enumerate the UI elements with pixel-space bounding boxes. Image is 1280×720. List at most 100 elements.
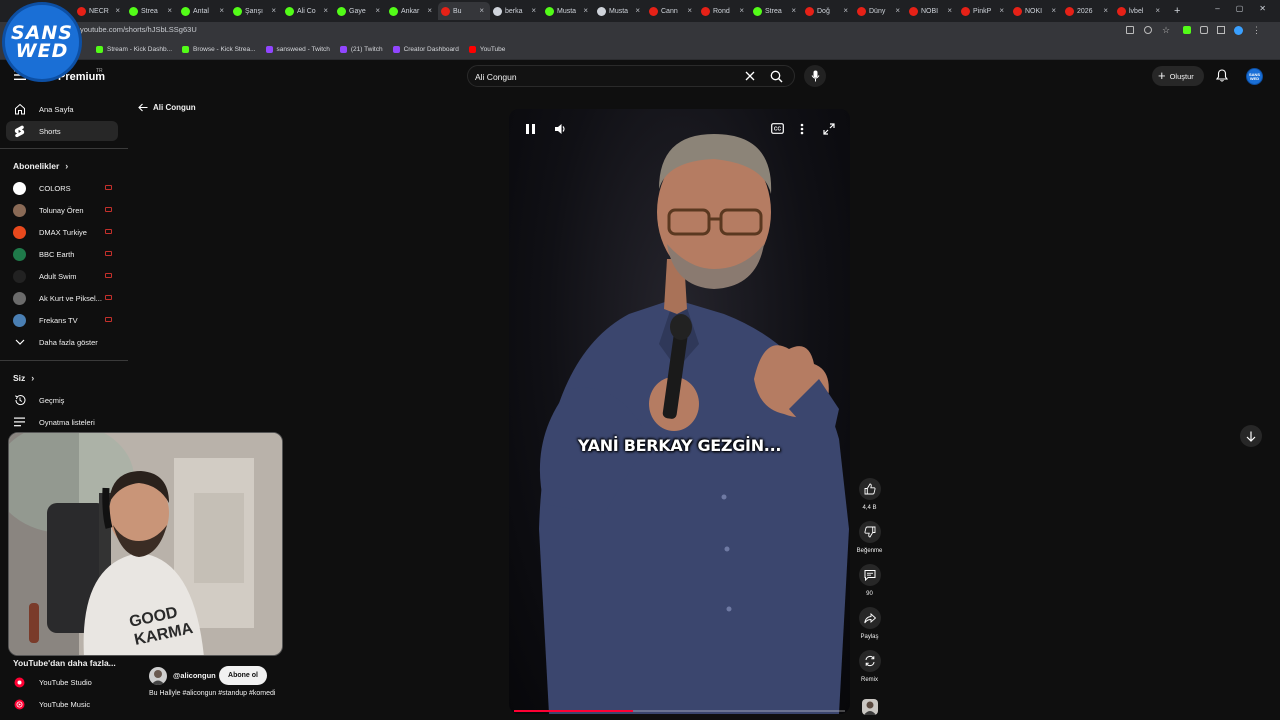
tab-close-icon[interactable]: × <box>271 6 276 15</box>
voice-search-mic-icon[interactable] <box>804 65 826 87</box>
search-box[interactable]: Ali Congun <box>467 65 795 87</box>
browser-tab[interactable]: Rond × <box>698 2 750 20</box>
sidebar-item-youtube-studio[interactable]: YouTube Studio <box>6 672 118 692</box>
tab-close-icon[interactable]: × <box>1051 6 1056 15</box>
sidebar-item-youtube-music[interactable]: YouTube Music <box>6 694 118 714</box>
tab-close-icon[interactable]: × <box>739 6 744 15</box>
tab-close-icon[interactable]: × <box>791 6 796 15</box>
browser-tab[interactable]: NOBI × <box>906 2 958 20</box>
share-action[interactable]: Paylaş <box>857 607 882 640</box>
search-input[interactable]: Ali Congun <box>475 72 517 82</box>
video-progress-bar[interactable] <box>514 710 845 712</box>
maximize-icon[interactable]: ▢ <box>1236 4 1244 13</box>
more-options-icon[interactable] <box>800 123 804 135</box>
channel-handle[interactable]: @alicongun <box>173 671 216 680</box>
volume-icon[interactable] <box>554 123 566 135</box>
account-avatar[interactable]: SANS WED <box>1246 68 1263 85</box>
browser-tab[interactable]: Strea × <box>750 2 802 20</box>
share-button[interactable] <box>858 607 881 629</box>
search-icon[interactable] <box>770 70 783 83</box>
install-icon[interactable] <box>1126 26 1134 34</box>
subscription-item[interactable]: Adult Swim <box>6 266 118 286</box>
tab-close-icon[interactable]: × <box>219 6 224 15</box>
tab-close-icon[interactable]: × <box>531 6 536 15</box>
bookmark-item[interactable]: Browse - Kick Strea... <box>182 46 256 53</box>
subscription-item[interactable]: Tolunay Ören <box>6 200 118 220</box>
remix-action[interactable]: Remix <box>857 650 882 683</box>
subscription-item[interactable]: BBC Earth <box>6 244 118 264</box>
media-icon[interactable] <box>1217 26 1225 34</box>
browser-tab[interactable]: Bu × <box>438 2 490 20</box>
subscriptions-heading[interactable]: Abonelikler › <box>13 161 68 171</box>
create-button[interactable]: + Oluştur <box>1152 66 1204 86</box>
video-description[interactable]: Bu Hallyle #alicongun #standup #komedi <box>149 690 275 697</box>
browser-tab[interactable]: Şanşı × <box>230 2 282 20</box>
pause-icon[interactable] <box>525 123 536 135</box>
next-video-button[interactable] <box>1240 425 1262 447</box>
browser-address-bar[interactable]: youtube.com/shorts/hJSbLSSg63U ☆ ⋮ <box>0 22 1280 40</box>
browser-tab[interactable]: 2026 × <box>1062 2 1114 20</box>
notifications-bell-icon[interactable] <box>1216 69 1228 82</box>
browser-tab[interactable]: Strea × <box>126 2 178 20</box>
sound-channel-thumbnail[interactable] <box>862 699 878 715</box>
subscription-item[interactable]: COLORS <box>6 178 118 198</box>
subscription-item[interactable]: DMAX Turkiye <box>6 222 118 242</box>
remix-button[interactable] <box>858 650 881 672</box>
captions-cc-icon[interactable]: CC <box>771 123 784 134</box>
zoom-icon[interactable] <box>1144 26 1152 34</box>
channel-avatar[interactable] <box>149 667 167 685</box>
sidebar-item-playlists[interactable]: Oynatma listeleri <box>6 412 118 432</box>
browser-tab[interactable]: Antal × <box>178 2 230 20</box>
like-button[interactable] <box>858 478 881 500</box>
browser-tab[interactable]: NOKI × <box>1010 2 1062 20</box>
browser-tab[interactable]: Musta × <box>542 2 594 20</box>
bookmark-item[interactable]: Creator Dashboard <box>392 46 459 53</box>
tab-close-icon[interactable]: × <box>895 6 900 15</box>
tab-close-icon[interactable]: × <box>635 6 640 15</box>
browser-tab[interactable]: NECR × <box>74 2 126 20</box>
subscription-item[interactable]: Ak Kurt ve Piksel... <box>6 288 118 308</box>
tab-close-icon[interactable]: × <box>1155 6 1160 15</box>
tab-close-icon[interactable]: × <box>375 6 380 15</box>
tab-close-icon[interactable]: × <box>1103 6 1108 15</box>
back-to-search-link[interactable]: Ali Congun <box>138 103 196 112</box>
dislike-button[interactable] <box>858 521 881 543</box>
browser-tab[interactable]: Doğ × <box>802 2 854 20</box>
tab-close-icon[interactable]: × <box>583 6 588 15</box>
browser-tab[interactable]: berka × <box>490 2 542 20</box>
minimize-icon[interactable]: – <box>1215 4 1219 13</box>
tab-close-icon[interactable]: × <box>115 6 120 15</box>
url-text[interactable]: youtube.com/shorts/hJSbLSSg63U <box>80 25 197 34</box>
comments-action[interactable]: 90 <box>857 564 882 597</box>
browser-tab[interactable]: Ali Co × <box>282 2 334 20</box>
bookmark-item[interactable]: Stream - Kick Dashb... <box>96 46 172 53</box>
dislike-action[interactable]: Beğenme <box>857 521 882 554</box>
subscription-item[interactable]: Frekans TV <box>6 310 118 330</box>
tab-close-icon[interactable]: × <box>687 6 692 15</box>
bookmark-item[interactable]: sansweed - Twitch <box>265 46 330 53</box>
fullscreen-icon[interactable] <box>823 123 835 135</box>
tab-close-icon[interactable]: × <box>427 6 432 15</box>
video-frame[interactable]: YANİ BERKAY GEZGİN... <box>509 109 850 714</box>
tab-close-icon[interactable]: × <box>167 6 172 15</box>
like-action[interactable]: 4,4 B <box>857 478 882 511</box>
browser-tab[interactable]: Musta × <box>594 2 646 20</box>
browser-tab[interactable]: lvbel × <box>1114 2 1166 20</box>
bookmark-item[interactable]: YouTube <box>468 46 505 53</box>
browser-tab[interactable]: Cann × <box>646 2 698 20</box>
extension-icon[interactable] <box>1183 26 1191 34</box>
menu-dots-icon[interactable]: ⋮ <box>1252 26 1261 35</box>
subscribe-button[interactable]: Abone ol <box>219 666 267 685</box>
you-heading[interactable]: Siz › <box>13 373 34 383</box>
bookmark-item[interactable]: (21) Twitch <box>339 46 383 53</box>
shorts-video-player[interactable]: YANİ BERKAY GEZGİN... CC <box>509 109 850 714</box>
sidebar-item-shorts[interactable]: Shorts <box>6 121 118 141</box>
sidebar-item-history[interactable]: Geçmiş <box>6 390 118 410</box>
clear-search-icon[interactable] <box>745 71 755 81</box>
browser-tab[interactable]: Ankar × <box>386 2 438 20</box>
browser-tab[interactable]: Gaye × <box>334 2 386 20</box>
tab-close-icon[interactable]: × <box>947 6 952 15</box>
bookmark-star-icon[interactable]: ☆ <box>1162 26 1170 35</box>
tab-close-icon[interactable]: × <box>323 6 328 15</box>
close-window-icon[interactable]: ✕ <box>1259 4 1266 13</box>
